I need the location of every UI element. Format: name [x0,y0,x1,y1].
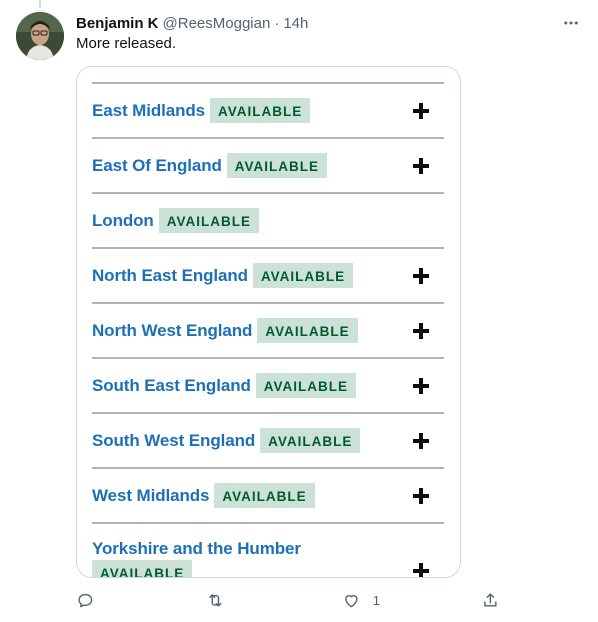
region-list: East Midlands AVAILABLE East Of England … [92,82,444,577]
tweet-image[interactable]: East Midlands AVAILABLE East Of England … [76,66,461,578]
plus-icon[interactable] [412,322,430,340]
reply-icon [78,593,93,607]
region-row-south-east-england[interactable]: South East England AVAILABLE [92,357,444,412]
status-badge: AVAILABLE [226,153,328,178]
tweet-timestamp[interactable]: 14h [283,15,308,32]
region-row-east-midlands[interactable]: East Midlands AVAILABLE [92,82,444,137]
region-link[interactable]: West Midlands [92,486,210,506]
more-icon [564,21,578,25]
plus-icon[interactable] [412,562,430,577]
plus-icon[interactable] [412,267,430,285]
author-handle[interactable]: @ReesMoggian [163,15,271,32]
region-row-south-west-england[interactable]: South West England AVAILABLE [92,412,444,467]
region-row-east-of-england[interactable]: East Of England AVAILABLE [92,137,444,192]
separator-dot: · [274,14,280,32]
status-badge: AVAILABLE [252,263,354,288]
avatar-image [16,12,64,60]
region-row-yorkshire-and-the-humber[interactable]: Yorkshire and the Humber AVAILABLE [92,522,444,577]
region-link[interactable]: London [92,211,154,231]
region-link[interactable]: East Of England [92,156,222,176]
plus-icon[interactable] [412,157,430,175]
status-badge: AVAILABLE [214,483,315,508]
region-link[interactable]: Yorkshire and the Humber [92,524,444,560]
plus-icon[interactable] [412,377,430,395]
tweet-actions-bar: 1 [76,588,506,612]
retweet-button[interactable] [206,588,225,612]
plus-icon[interactable] [412,432,430,450]
status-badge: AVAILABLE [158,208,259,233]
region-link[interactable]: East Midlands [92,101,205,121]
plus-icon[interactable] [412,487,430,505]
status-badge: AVAILABLE [260,428,361,453]
region-row-west-midlands[interactable]: West Midlands AVAILABLE [92,467,444,522]
thread-connector-line [39,0,41,8]
tweet-text: More released. [76,35,177,52]
status-badge: AVAILABLE [255,373,357,398]
more-options-button[interactable] [560,13,582,33]
plus-icon[interactable] [412,102,430,120]
region-link[interactable]: South West England [92,431,255,451]
region-row-london[interactable]: London AVAILABLE [92,192,444,247]
region-row-north-west-england[interactable]: North West England AVAILABLE [92,302,444,357]
region-link[interactable]: North West England [92,321,252,341]
status-badge: AVAILABLE [210,98,311,123]
heart-icon [345,594,358,607]
region-link[interactable]: North East England [92,266,248,286]
avatar[interactable] [16,12,64,60]
retweet-icon [209,593,222,607]
like-count: 1 [372,592,380,608]
status-badge: AVAILABLE [257,318,358,343]
share-button[interactable] [481,588,500,612]
share-icon [484,593,497,607]
region-row-north-east-england[interactable]: North East England AVAILABLE [92,247,444,302]
tweet-header: Benjamin K @ReesMoggian · 14h [76,13,582,33]
reply-button[interactable] [76,588,95,612]
author-name[interactable]: Benjamin K [76,15,159,32]
status-badge: AVAILABLE [92,560,193,577]
like-button[interactable]: 1 [342,588,380,612]
region-link[interactable]: South East England [92,376,251,396]
